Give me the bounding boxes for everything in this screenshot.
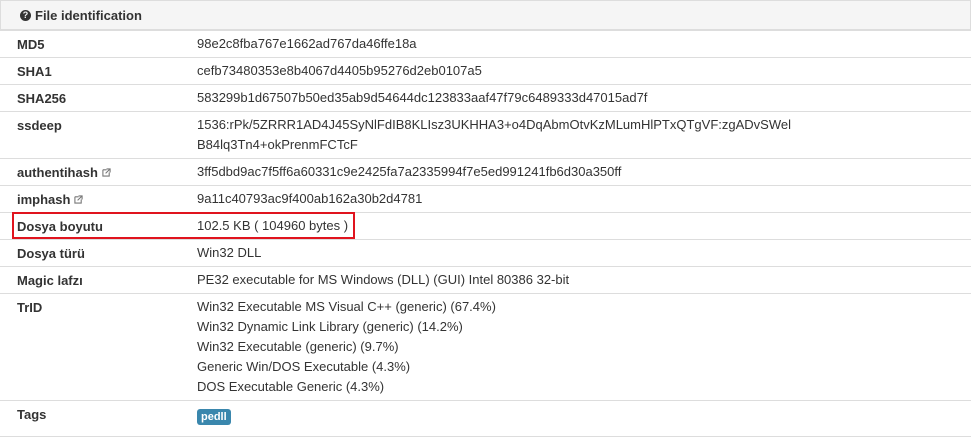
table-bottom-border: [0, 436, 971, 437]
row-key: Magic lafzı: [17, 273, 83, 288]
row-key[interactable]: authentihash: [17, 165, 98, 180]
row-authentihash: authentihash 3ff5dbd9ac7f5ff6a60331c9e24…: [0, 158, 971, 186]
tag-badge[interactable]: pedll: [197, 409, 231, 425]
row-key-link[interactable]: imphash: [17, 192, 84, 207]
row-imphash: imphash 9a11c40793ac9f400ab162a30b2d4781: [0, 185, 971, 213]
highlight-box: [12, 212, 355, 239]
row-file-type: Dosya türü Win32 DLL: [0, 239, 971, 267]
question-circle-icon: ?: [20, 10, 31, 21]
row-key: MD5: [17, 37, 45, 52]
panel-heading: ? File identification: [0, 0, 971, 30]
trid-item: Generic Win/DOS Executable (4.3%): [197, 359, 411, 374]
row-key-link[interactable]: authentihash: [17, 165, 111, 180]
row-key: SHA256: [17, 91, 67, 106]
row-key[interactable]: imphash: [17, 192, 70, 207]
row-value: 9a11c40793ac9f400ab162a30b2d4781: [197, 191, 423, 206]
row-sha256: SHA256 583299b1d67507b50ed35ab9d54644dc1…: [0, 84, 971, 112]
row-value: Win32 DLL: [197, 245, 262, 260]
row-md5: MD5 98e2c8fba767e1662ad767da46ffe18a: [0, 30, 971, 58]
row-key: Tags: [17, 407, 47, 422]
row-value: 3ff5dbd9ac7f5ff6a60331c9e2425fa7a2335994…: [197, 164, 622, 179]
row-key: ssdeep: [17, 118, 62, 133]
trid-item: Win32 Executable (generic) (9.7%): [197, 339, 399, 354]
row-key: TrID: [17, 300, 43, 315]
trid-item: Win32 Executable MS Visual C++ (generic)…: [197, 299, 496, 314]
row-tags: Tags pedll: [0, 400, 971, 437]
external-link-icon[interactable]: [102, 168, 111, 177]
row-magic: Magic lafzı PE32 executable for MS Windo…: [0, 266, 971, 294]
row-value: 98e2c8fba767e1662ad767da46ffe18a: [197, 36, 417, 51]
external-link-icon[interactable]: [74, 195, 84, 204]
trid-item: DOS Executable Generic (4.3%): [197, 379, 385, 394]
row-key: SHA1: [17, 64, 52, 79]
row-key: Dosya türü: [17, 246, 85, 261]
row-value: 583299b1d67507b50ed35ab9d54644dc123833aa…: [197, 90, 648, 105]
row-trid: TrID Win32 Executable MS Visual C++ (gen…: [0, 293, 971, 401]
row-value-line1: 1536:rPk/5ZRRR1AD4J45SyNlFdIB8KLIsz3UKHH…: [197, 117, 791, 132]
row-value-line2: B84lq3Tn4+okPrenmFCTcF: [197, 137, 358, 152]
row-sha1: SHA1 cefb73480353e8b4067d4405b95276d2eb0…: [0, 57, 971, 85]
row-value: PE32 executable for MS Windows (DLL) (GU…: [197, 272, 570, 287]
row-ssdeep: ssdeep 1536:rPk/5ZRRR1AD4J45SyNlFdIB8KLI…: [0, 111, 971, 159]
panel-title: File identification: [35, 8, 142, 23]
trid-item: Win32 Dynamic Link Library (generic) (14…: [197, 319, 463, 334]
row-value: cefb73480353e8b4067d4405b95276d2eb0107a5: [197, 63, 482, 78]
